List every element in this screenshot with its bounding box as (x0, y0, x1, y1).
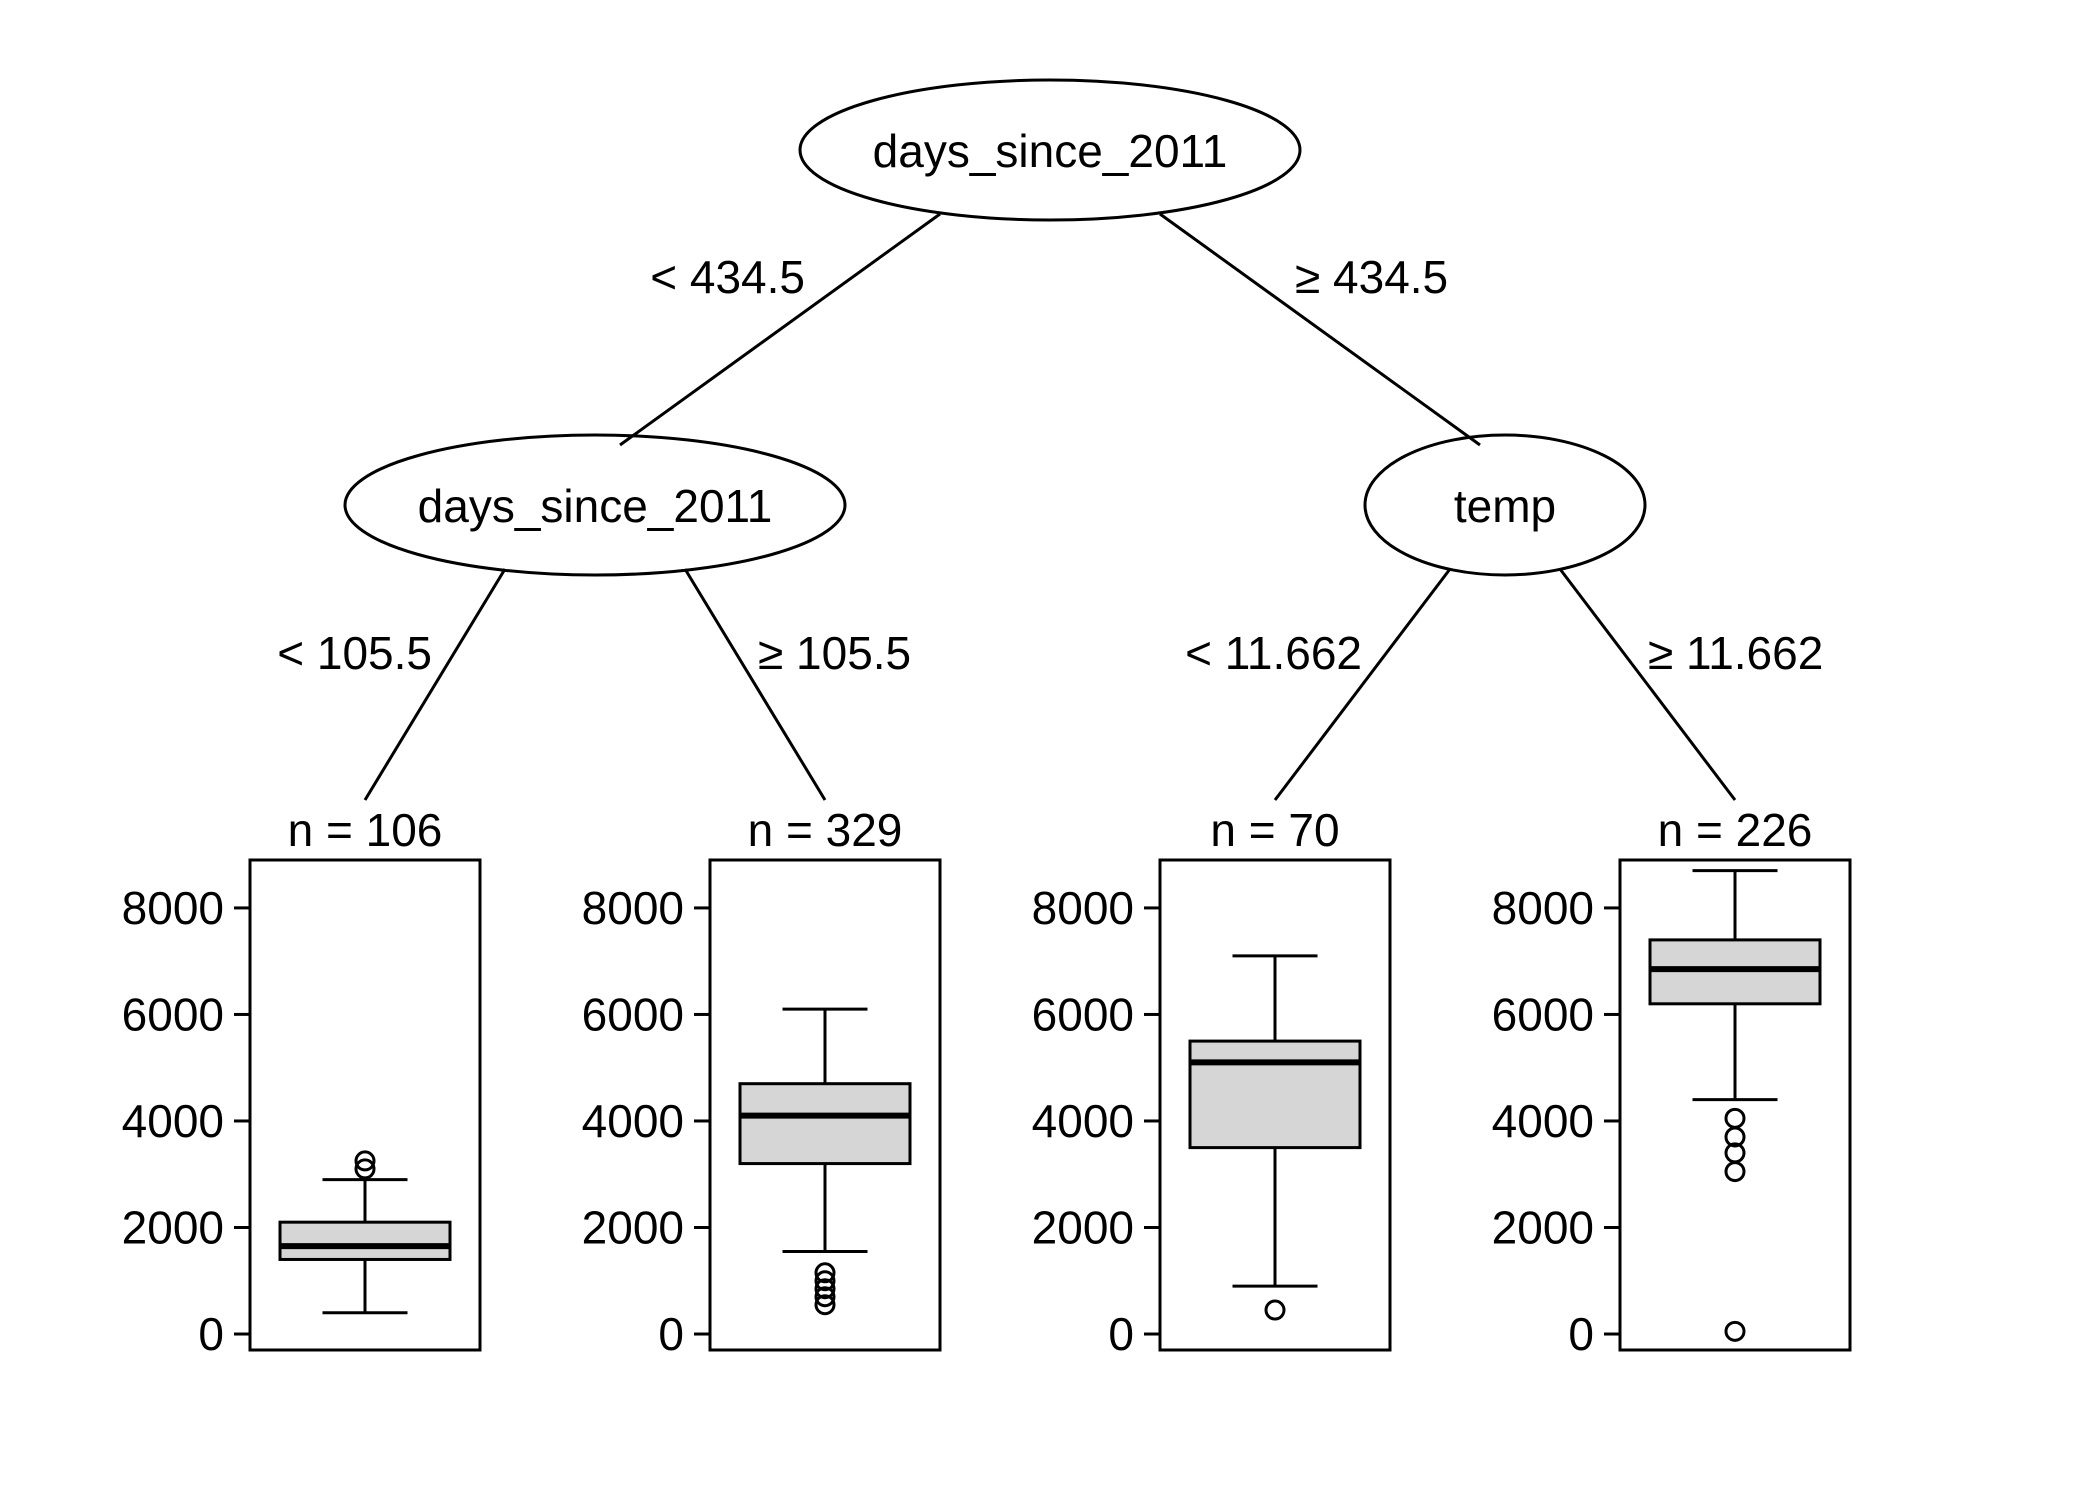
ytick-label: 6000 (1492, 988, 1594, 1040)
leaf-n-label: n = 70 (1210, 804, 1339, 856)
node-right-label: temp (1454, 480, 1556, 532)
outlier-point (1726, 1322, 1744, 1340)
edge-left-left-label: < 105.5 (277, 627, 432, 679)
ytick-label: 4000 (1492, 1095, 1594, 1147)
leaf-n-label: n = 106 (288, 804, 443, 856)
ytick-label: 0 (1568, 1308, 1594, 1360)
ytick-label: 2000 (1032, 1202, 1134, 1254)
box (740, 1084, 910, 1164)
edge-root-right-label: ≥ 434.5 (1295, 251, 1448, 303)
edge-left-right-label: ≥ 105.5 (758, 627, 911, 679)
ytick-label: 0 (658, 1308, 684, 1360)
edge-root-right (1160, 214, 1480, 445)
box (1190, 1041, 1360, 1148)
ytick-label: 4000 (1032, 1095, 1134, 1147)
ytick-label: 4000 (582, 1095, 684, 1147)
leaf-panel-1: n = 329 0 2000 4000 6000 8000 (582, 804, 940, 1360)
edge-right-leaf2 (1275, 569, 1450, 800)
ytick-label: 8000 (122, 882, 224, 934)
ytick-label: 2000 (582, 1202, 684, 1254)
ytick-label: 0 (198, 1308, 224, 1360)
leaf-panel-2: n = 70 0 2000 4000 6000 8000 (1032, 804, 1390, 1360)
decision-tree-diagram: days_since_2011 < 434.5 ≥ 434.5 days_sin… (0, 0, 2100, 1500)
leaf-panel-3: n = 226 0 2000 4000 6000 8000 (1492, 804, 1850, 1360)
ytick-label: 8000 (1032, 882, 1134, 934)
ytick-label: 6000 (582, 988, 684, 1040)
edge-root-left-label: < 434.5 (650, 251, 805, 303)
box (280, 1222, 450, 1259)
outlier-point (1266, 1301, 1284, 1319)
leaf-n-label: n = 226 (1658, 804, 1813, 856)
edge-left-leaf0 (365, 569, 505, 800)
leaf-panel-0: n = 106 0 2000 4000 6000 8000 (122, 804, 480, 1360)
edge-root-left (620, 214, 940, 445)
edge-left-leaf1 (685, 569, 825, 800)
outlier-point (1726, 1109, 1744, 1127)
ytick-label: 6000 (1032, 988, 1134, 1040)
outlier-point (1726, 1163, 1744, 1181)
ytick-label: 2000 (122, 1202, 224, 1254)
edge-right-right-label: ≥ 11.662 (1648, 627, 1823, 679)
ytick-label: 4000 (122, 1095, 224, 1147)
edge-right-leaf3 (1560, 569, 1735, 800)
edge-right-left-label: < 11.662 (1185, 627, 1362, 679)
ytick-label: 6000 (122, 988, 224, 1040)
node-root-label: days_since_2011 (873, 125, 1228, 177)
ytick-label: 8000 (582, 882, 684, 934)
ytick-label: 8000 (1492, 882, 1594, 934)
node-left-label: days_since_2011 (418, 480, 773, 532)
ytick-label: 0 (1108, 1308, 1134, 1360)
ytick-label: 2000 (1492, 1202, 1594, 1254)
leaf-n-label: n = 329 (748, 804, 903, 856)
